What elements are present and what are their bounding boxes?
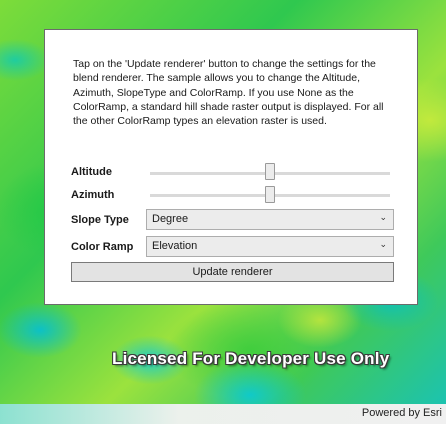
slope-type-label: Slope Type [71,214,129,226]
slope-type-value: Degree [152,213,189,225]
attribution-bar: Powered by Esri [0,404,446,424]
color-ramp-value: Elevation [152,240,198,252]
instructions-text: Tap on the 'Update renderer' button to c… [73,58,384,128]
azimuth-label: Azimuth [71,189,115,201]
altitude-slider-thumb[interactable] [265,163,275,180]
azimuth-slider-thumb[interactable] [265,186,275,203]
settings-panel: Tap on the 'Update renderer' button to c… [44,29,418,305]
color-ramp-select[interactable]: Elevation ⌄ [146,236,394,257]
update-renderer-button[interactable]: Update renderer [71,262,394,282]
chevron-down-icon: ⌄ [379,212,387,222]
color-ramp-label: Color Ramp [71,241,134,253]
altitude-label: Altitude [71,166,112,178]
chevron-down-icon: ⌄ [379,239,387,249]
attribution-text: Powered by Esri [361,407,442,419]
license-watermark: Licensed For Developer Use Only [112,349,390,368]
slope-type-select[interactable]: Degree ⌄ [146,209,394,230]
